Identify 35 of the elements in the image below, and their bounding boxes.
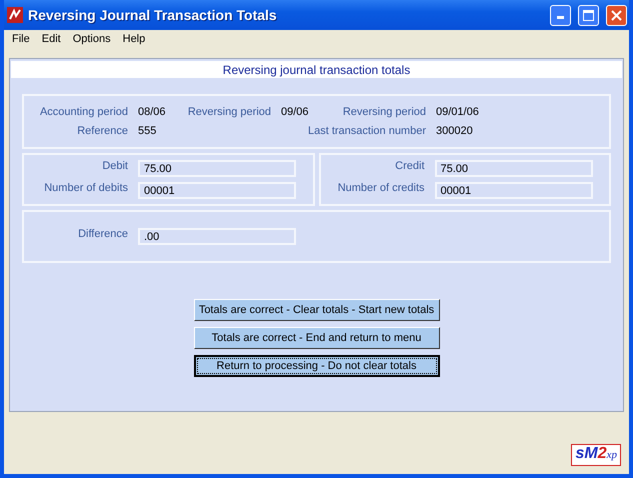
action-button[interactable]: Totals are correct - Clear totals - Start new totals [194,299,440,321]
field-label: Reversing period [186,106,272,118]
input-field[interactable]: 00001 [138,182,296,199]
form-heading: Reversing journal transaction totals [11,61,622,78]
field-label: Reversing period [342,106,427,118]
field-label: Number of debits [43,182,129,196]
field-label: Credit [394,160,426,174]
menu-item[interactable]: Options [66,33,117,45]
field-label: Number of credits [336,182,426,196]
close-button[interactable] [606,4,627,26]
input-field[interactable]: 75.00 [434,160,592,177]
minimize-button[interactable] [550,4,571,26]
field-label: Difference [77,228,129,242]
input-field[interactable]: .00 [138,228,296,245]
menu-item[interactable]: File [6,33,36,45]
input-field[interactable]: 00001 [434,182,592,199]
close-icon [611,10,622,20]
maximize-icon [583,10,594,20]
menu-item[interactable]: Edit [36,33,67,45]
menu-item[interactable]: Help [116,33,152,45]
field-label: Debit [101,160,129,174]
field-value: 08/06 [138,106,167,118]
action-button[interactable]: Totals are correct - End and return to menu [194,327,440,349]
maximize-button[interactable] [578,4,599,26]
field-label: Accounting period [38,106,129,118]
window-title: Reversing Journal Transaction Totals [28,7,278,23]
action-button[interactable]: Return to processing - Do not clear totals [194,355,440,377]
field-value: 09/01/06 [436,106,480,118]
field-value: 555 [138,125,158,137]
field-value: 300020 [436,125,474,137]
field-value: 09/06 [281,106,310,118]
input-field[interactable]: 75.00 [138,160,296,177]
app-icon [7,7,23,23]
field-label: Reference [76,125,129,137]
field-label: Last transaction number [306,125,427,137]
